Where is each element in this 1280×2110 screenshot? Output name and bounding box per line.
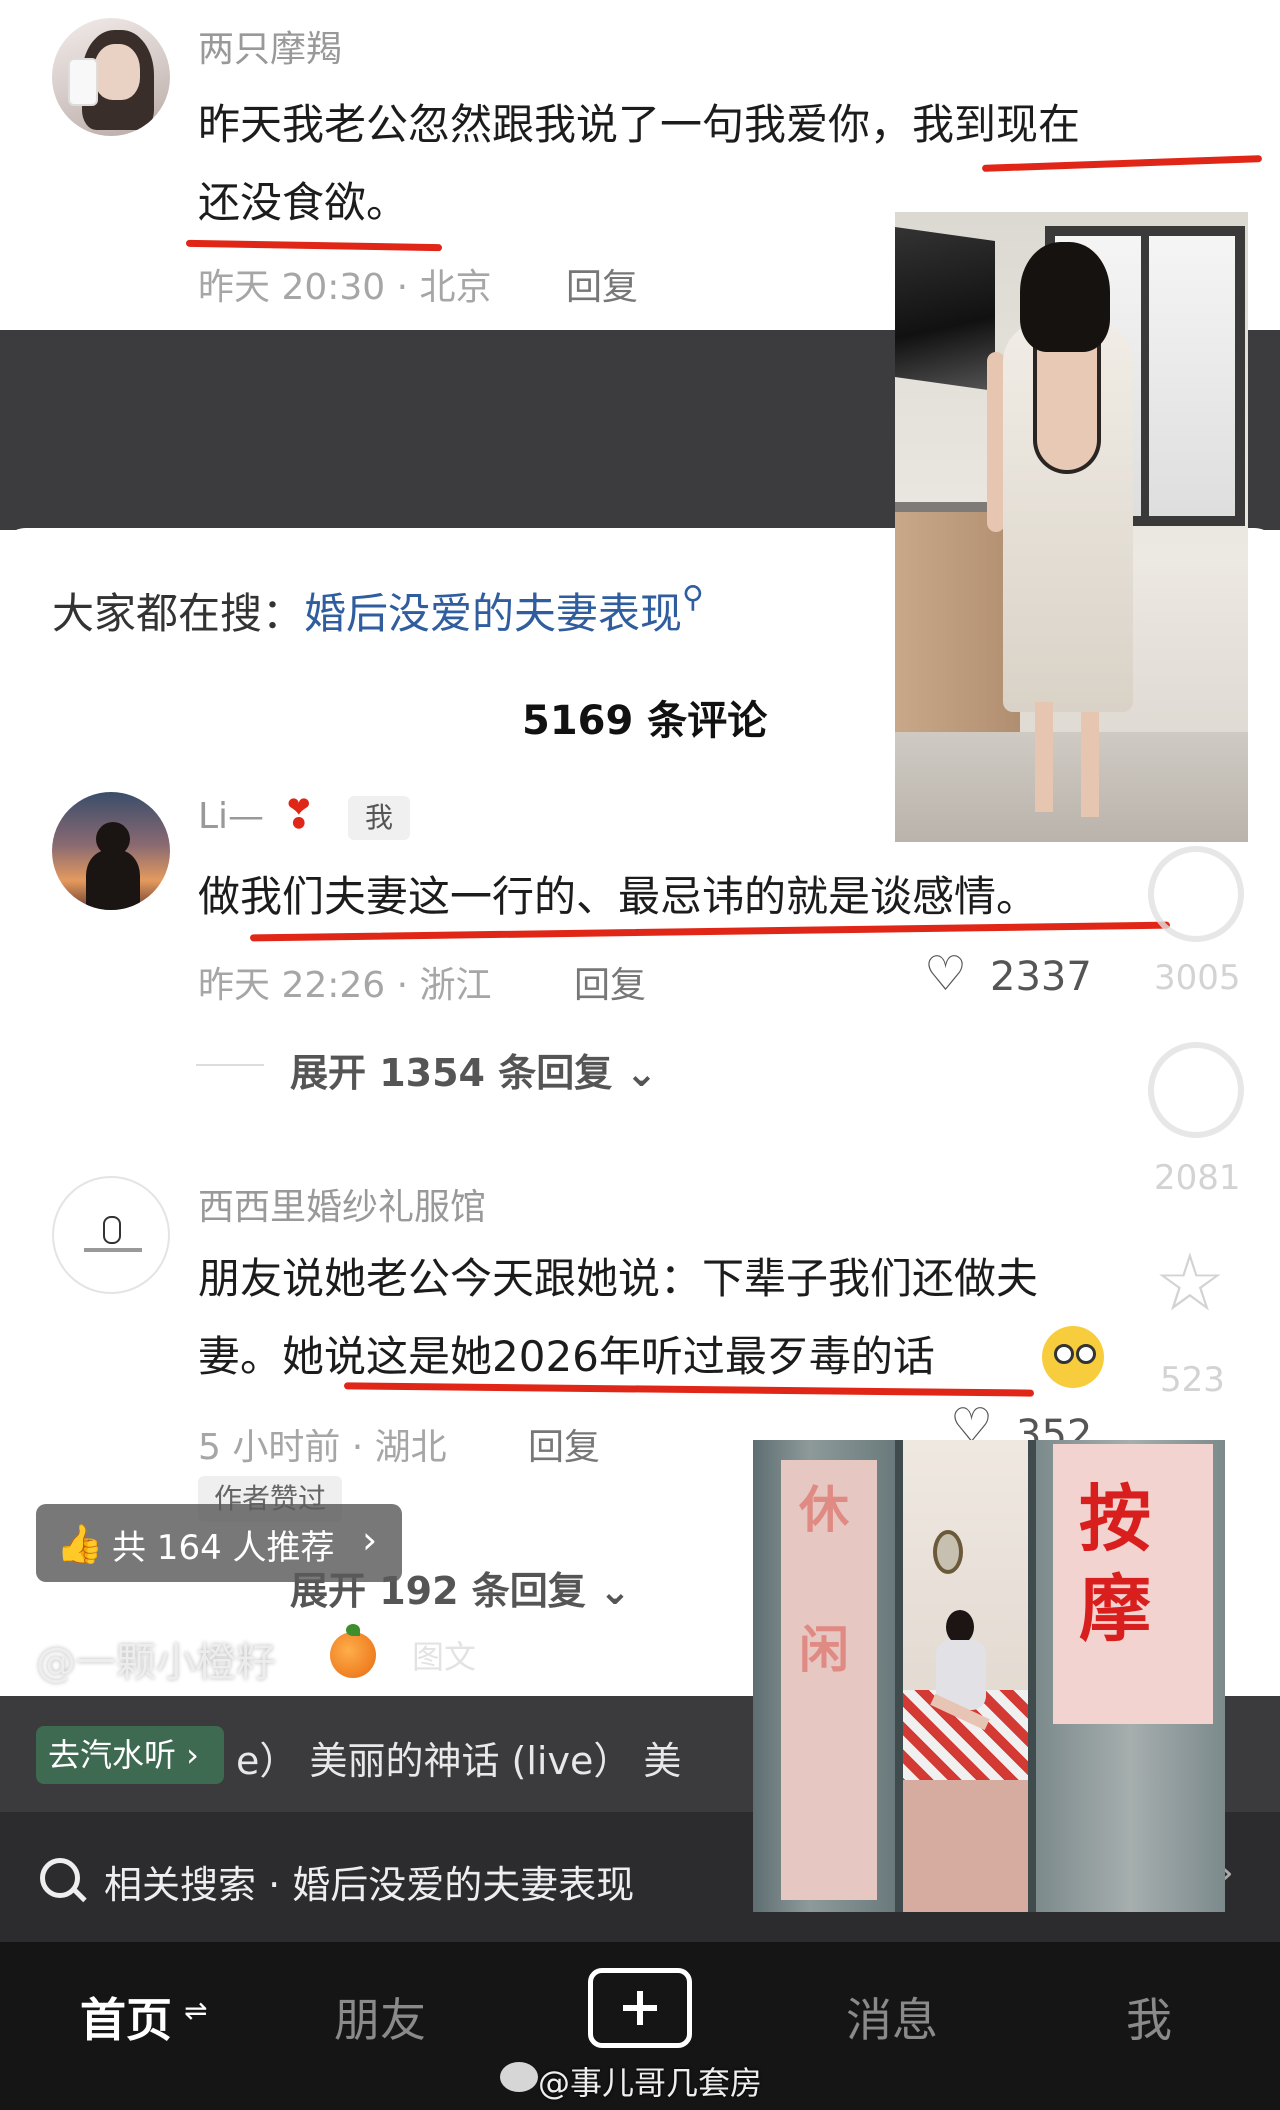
chevron-down-icon: ⌄ [599, 1569, 631, 1613]
create-plus-button[interactable] [588, 1968, 692, 2048]
recommend-text: 共 164 人推荐 [112, 1528, 335, 1568]
chevron-down-icon: ⌄ [625, 1051, 658, 1095]
star-ghost-icon: ☆ [1154, 1236, 1226, 1329]
kitchen-photo [895, 212, 1248, 842]
listen-on-soda-button[interactable]: 去汽水听 › [36, 1726, 224, 1784]
mirror [933, 1530, 963, 1574]
related-search-prefix: 相关搜索 · [104, 1863, 293, 1907]
side-like-count: 3005 [1154, 958, 1241, 998]
comment-count: 5169 条评论 [522, 698, 768, 744]
avatar[interactable] [52, 792, 170, 910]
emoji-icon [1042, 1326, 1104, 1388]
like-count: 2337 [990, 954, 1092, 1000]
comment-text-line2: 还没食欲。 [198, 178, 409, 227]
comment-ghost-icon [1148, 1042, 1244, 1138]
weibo-icon [500, 2062, 538, 2092]
sign-char: 摩 [1079, 1567, 1152, 1651]
search-icon: ⚲ [682, 580, 705, 615]
phone-icon [68, 58, 98, 106]
related-search-text[interactable]: 相关搜索 · 婚后没爱的夫妻表现 [104, 1854, 634, 1909]
person-leg [1035, 702, 1053, 812]
comment-text: 朋友说她老公今天跟她说：下辈子我们还做夫 [198, 1254, 1039, 1303]
person-head [946, 1610, 974, 1644]
avatar-silhouette-body [86, 850, 140, 910]
comment-meta: 昨天 22:26 · 浙江 [198, 965, 492, 1006]
search-suggestion[interactable]: 大家都在搜：婚后没爱的夫妻表现⚲ [52, 580, 704, 641]
image-text-tag: 图文 [412, 1638, 477, 1676]
nav-messages[interactable]: 消息 [846, 1984, 938, 2050]
reply-button[interactable]: 回复 [528, 1418, 600, 1470]
floor [895, 732, 1248, 842]
author-handle[interactable]: @一颗小橙籽 [36, 1630, 276, 1688]
search-suggestion-term[interactable]: 婚后没爱的夫妻表现 [304, 589, 682, 638]
range-hood [895, 226, 995, 392]
comment-text-highlight: 我到现在 [912, 100, 1081, 149]
thumbs-up-icon: 👍 [56, 1522, 104, 1566]
orange-emoji-icon [330, 1624, 376, 1678]
comment-meta: 昨天 20:30 · 北京 [198, 267, 492, 308]
reply-button[interactable]: 回复 [574, 956, 646, 1008]
search-suggestion-prefix: 大家都在搜： [52, 589, 305, 638]
comment-meta: 5 小时前 · 湖北 [198, 1427, 447, 1468]
like-ghost-icon [1148, 846, 1244, 942]
brand-logo-text [84, 1248, 142, 1252]
comment-text: 昨天我老公忽然跟我说了一句我爱你，我到现在 [198, 86, 1080, 164]
massage-room-photo: 休 闲 按 摩 [753, 1440, 1225, 1912]
nav-me[interactable]: 我 [1126, 1984, 1172, 2050]
expand-replies-button[interactable]: 展开 1354 条回复 ⌄ [290, 1042, 657, 1097]
avatar[interactable] [52, 18, 170, 136]
floor [903, 1780, 1033, 1912]
music-title[interactable]: e） 美丽的神话 (live） 美 [236, 1730, 681, 1785]
person-hair [1020, 242, 1110, 352]
divider [196, 1064, 264, 1066]
person [928, 1610, 992, 1770]
comment-text-part: 昨天我老公忽然跟我说了一句我爱你， [198, 100, 913, 149]
side-comment-count: 2081 [1154, 1158, 1241, 1198]
expand-replies-label: 展开 1354 条回复 [290, 1051, 613, 1095]
swap-icon[interactable]: ⇌ [184, 1994, 207, 2027]
comment-username[interactable]: 西西里婚纱礼服馆 [198, 1178, 486, 1230]
comment-username[interactable]: Li— [198, 796, 264, 837]
recommend-pill[interactable]: 👍 共 164 人推荐 › [36, 1504, 402, 1582]
related-search-term: 婚后没爱的夫妻表现 [292, 1863, 635, 1907]
heart-emoji-icon: ❣ [282, 792, 316, 838]
me-badge: 我 [348, 796, 410, 840]
search-icon [40, 1858, 80, 1898]
watermark: @事儿哥几套房 [498, 2058, 762, 2104]
watermark-text: @事儿哥几套房 [538, 2064, 763, 2102]
person-leg [1081, 712, 1099, 817]
brand-logo-icon [103, 1216, 121, 1244]
sign-char: 休 [799, 1481, 849, 1539]
nav-home[interactable]: 首页 [80, 1984, 172, 2050]
comment-username[interactable]: 两只摩羯 [198, 20, 342, 72]
avatar-face [94, 44, 140, 100]
like-heart-icon[interactable]: ♡ [924, 946, 967, 1002]
reply-button[interactable]: 回复 [566, 258, 638, 310]
sign-char: 闲 [799, 1621, 849, 1679]
nav-friends[interactable]: 朋友 [334, 1984, 426, 2050]
side-favorite-count: 523 [1160, 1360, 1225, 1400]
chevron-right-icon: › [362, 1518, 378, 1562]
avatar[interactable] [52, 1176, 170, 1294]
